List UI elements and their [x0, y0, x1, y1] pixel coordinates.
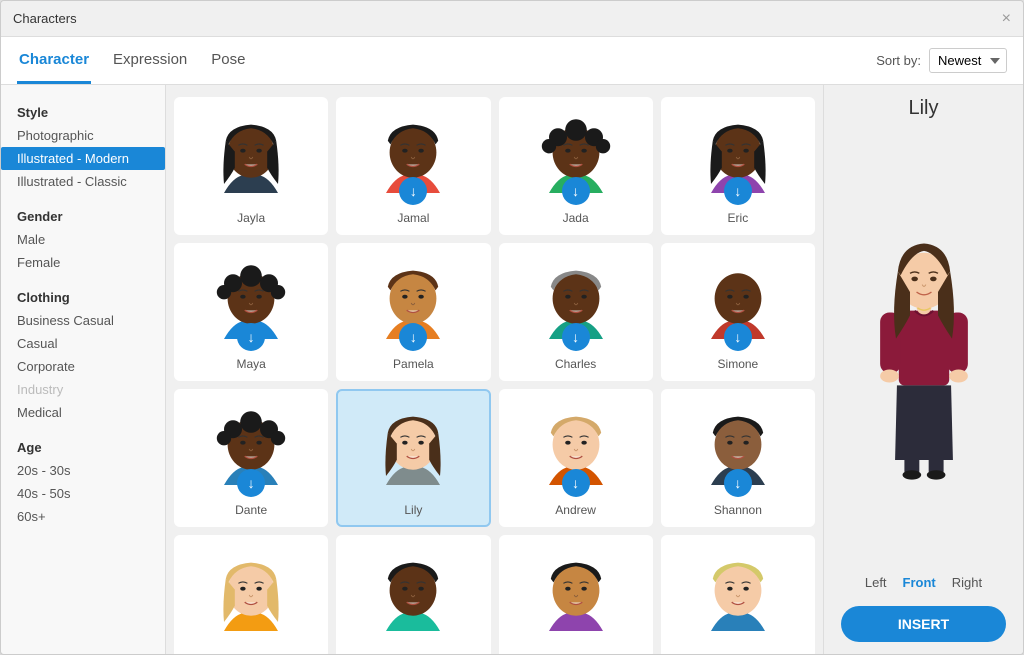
download-badge[interactable]: ↓	[237, 469, 265, 497]
sidebar-item-industry: Industry	[1, 378, 165, 401]
tab-bar: Character Expression Pose	[17, 37, 247, 84]
char-name: Lily	[404, 503, 422, 517]
character-card[interactable]	[661, 535, 815, 654]
age-section-title: Age	[1, 432, 165, 459]
char-name: Charles	[555, 357, 596, 371]
sidebar-item-business-casual[interactable]: Business Casual	[1, 309, 165, 332]
download-badge[interactable]: ↓	[237, 323, 265, 351]
tab-pose[interactable]: Pose	[209, 37, 247, 84]
preview-view-tabs: Left Front Right	[865, 575, 982, 590]
download-badge[interactable]: ↓	[399, 177, 427, 205]
sort-select[interactable]: Newest Oldest A-Z Z-A	[929, 48, 1007, 73]
sidebar-item-female[interactable]: Female	[1, 251, 165, 274]
tab-character[interactable]: Character	[17, 37, 91, 84]
sidebar-item-photographic[interactable]: Photographic	[1, 124, 165, 147]
character-card[interactable]	[336, 535, 490, 654]
character-card[interactable]: ↓ Dante	[174, 389, 328, 527]
preview-name: Lily	[908, 97, 938, 120]
char-avatar	[363, 399, 463, 499]
download-badge[interactable]: ↓	[562, 323, 590, 351]
insert-button[interactable]: INSERT	[841, 606, 1006, 642]
char-name: Andrew	[555, 503, 596, 517]
characters-window: Characters × Character Expression Pose S…	[0, 0, 1024, 655]
preview-avatar-svg	[859, 208, 989, 488]
sidebar: Style Photographic Illustrated - Modern …	[1, 85, 166, 654]
sidebar-item-age-40s[interactable]: 40s - 50s	[1, 482, 165, 505]
character-grid: Jayla ↓ Jamal	[166, 85, 823, 654]
char-avatar	[688, 545, 788, 645]
gender-section-title: Gender	[1, 201, 165, 228]
character-card[interactable]: ↓ Pamela	[336, 243, 490, 381]
titlebar: Characters ×	[1, 1, 1023, 37]
character-card[interactable]: ↓ Simone	[661, 243, 815, 381]
character-card[interactable]: ↓ Eric	[661, 97, 815, 235]
preview-figure	[832, 128, 1015, 567]
sort-label: Sort by:	[876, 53, 921, 68]
char-name: Simone	[718, 357, 759, 371]
view-front[interactable]: Front	[903, 575, 936, 590]
char-name: Jamal	[397, 211, 429, 225]
download-badge[interactable]: ↓	[724, 323, 752, 351]
download-badge[interactable]: ↓	[399, 323, 427, 351]
char-avatar	[201, 107, 301, 207]
view-left[interactable]: Left	[865, 575, 887, 590]
character-card[interactable]: Jayla	[174, 97, 328, 235]
download-badge[interactable]: ↓	[562, 469, 590, 497]
char-name: Shannon	[714, 503, 762, 517]
character-card[interactable]: Lily	[336, 389, 490, 527]
character-card[interactable]: ↓ Jamal	[336, 97, 490, 235]
preview-panel: Lily	[823, 85, 1023, 654]
download-badge[interactable]: ↓	[562, 177, 590, 205]
char-avatar	[363, 545, 463, 645]
sidebar-item-illustrated-modern[interactable]: Illustrated - Modern	[1, 147, 165, 170]
character-card[interactable]: ↓ Shannon	[661, 389, 815, 527]
character-card[interactable]	[174, 535, 328, 654]
sort-area: Sort by: Newest Oldest A-Z Z-A	[876, 48, 1007, 73]
content-area: Style Photographic Illustrated - Modern …	[1, 85, 1023, 654]
sidebar-item-casual[interactable]: Casual	[1, 332, 165, 355]
char-name: Dante	[235, 503, 267, 517]
character-card[interactable]	[499, 535, 653, 654]
char-name: Eric	[728, 211, 749, 225]
character-card[interactable]: ↓ Charles	[499, 243, 653, 381]
character-card[interactable]: ↓ Maya	[174, 243, 328, 381]
sidebar-item-corporate[interactable]: Corporate	[1, 355, 165, 378]
view-right[interactable]: Right	[952, 575, 982, 590]
toolbar: Character Expression Pose Sort by: Newes…	[1, 37, 1023, 85]
clothing-section-title: Clothing	[1, 282, 165, 309]
sidebar-item-male[interactable]: Male	[1, 228, 165, 251]
sidebar-item-age-60s[interactable]: 60s+	[1, 505, 165, 528]
character-card[interactable]: ↓ Jada	[499, 97, 653, 235]
char-name: Maya	[236, 357, 265, 371]
char-name: Jada	[563, 211, 589, 225]
download-badge[interactable]: ↓	[724, 469, 752, 497]
sidebar-item-medical[interactable]: Medical	[1, 401, 165, 424]
tab-expression[interactable]: Expression	[111, 37, 189, 84]
sidebar-item-illustrated-classic[interactable]: Illustrated - Classic	[1, 170, 165, 193]
window-title: Characters	[13, 11, 77, 26]
sidebar-item-age-20s[interactable]: 20s - 30s	[1, 459, 165, 482]
style-section-title: Style	[1, 97, 165, 124]
close-icon[interactable]: ×	[1002, 11, 1011, 27]
char-name: Pamela	[393, 357, 434, 371]
char-name: Jayla	[237, 211, 265, 225]
download-badge[interactable]: ↓	[724, 177, 752, 205]
char-avatar	[526, 545, 626, 645]
character-card[interactable]: ↓ Andrew	[499, 389, 653, 527]
char-avatar	[201, 545, 301, 645]
